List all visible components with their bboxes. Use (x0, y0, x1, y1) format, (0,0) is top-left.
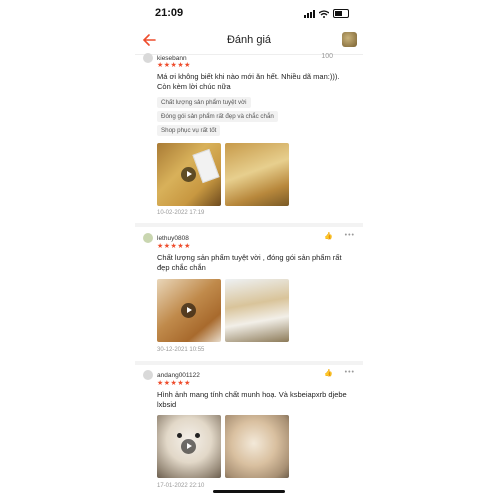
rating-stars: ★★★★★ (157, 243, 191, 250)
review-photo[interactable] (225, 143, 289, 206)
app-header: Đánh giá (135, 26, 363, 55)
review-date: 17-01-2022 22:10 (157, 483, 205, 489)
more-options-icon[interactable]: ••• (345, 369, 355, 376)
review-video[interactable] (157, 143, 221, 206)
wifi-icon (319, 9, 329, 18)
review-item: andang001122 👍 ••• ★★★★★ Hình ảnh mang t… (135, 365, 363, 499)
review-item: lethuy0808 👍 ••• ★★★★★ Chất lượng sản ph… (135, 227, 363, 361)
more-options-icon[interactable]: ••• (345, 232, 355, 239)
signal-icon (304, 9, 315, 18)
user-name: andang001122 (157, 371, 200, 379)
status-bar: 21:09 (135, 0, 363, 26)
review-text: Chất lượng sản phẩm tuyệt vời , đóng gói… (157, 253, 342, 272)
review-text: Hình ảnh mang tính chất munh hoạ. Và ksb… (157, 390, 347, 409)
user-avatar (143, 233, 153, 243)
review-tag: Chất lượng sản phẩm tuyệt vời (157, 97, 251, 108)
status-time: 21:09 (155, 7, 184, 19)
status-icons (304, 9, 349, 18)
review-photo[interactable] (225, 279, 289, 342)
user-avatar (143, 53, 153, 63)
battery-icon (333, 9, 349, 18)
like-icon[interactable]: 👍 (324, 232, 333, 240)
product-thumbnail[interactable] (342, 32, 357, 47)
review-list[interactable]: kiesebann 100 ★★★★★ Má ơi không biết khi… (135, 53, 363, 499)
rating-stars: ★★★★★ (157, 380, 191, 387)
play-icon (181, 439, 196, 454)
review-tag: Shop phục vụ rất tốt (157, 125, 221, 136)
rating-stars: ★★★★★ (157, 62, 191, 69)
home-indicator (213, 490, 285, 493)
review-video[interactable] (157, 279, 221, 342)
review-text: Má ơi không biết khi nào mới ăn hết. Nhi… (157, 72, 340, 91)
review-date: 10-02-2022 17:19 (157, 210, 205, 216)
review-photo[interactable] (225, 415, 289, 478)
user-avatar (143, 370, 153, 380)
phone-screen: 21:09 Đánh giá kiesebann 100 ★★★★★ Má ơi… (135, 0, 363, 499)
review-video[interactable] (157, 415, 221, 478)
user-name: lethuy0808 (157, 234, 189, 242)
review-tag: Đóng gói sản phẩm rất đẹp và chắc chắn (157, 111, 278, 122)
like-count[interactable]: 100 (321, 53, 333, 60)
review-item: kiesebann 100 ★★★★★ Má ơi không biết khi… (135, 53, 363, 223)
page-title: Đánh giá (226, 34, 272, 46)
play-icon (181, 167, 196, 182)
play-icon (181, 303, 196, 318)
review-date: 30-12-2021 10:55 (157, 347, 205, 353)
like-icon[interactable]: 👍 (324, 369, 333, 377)
